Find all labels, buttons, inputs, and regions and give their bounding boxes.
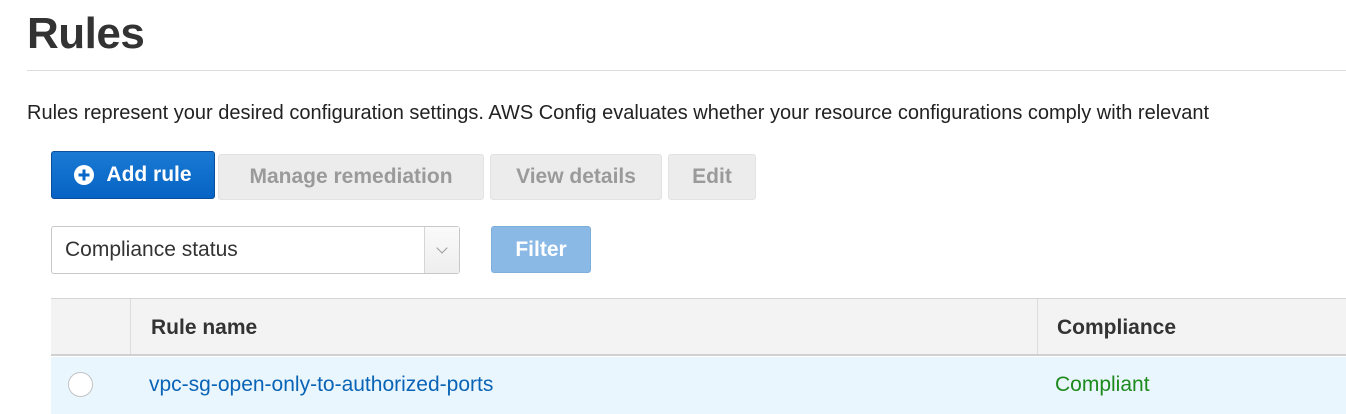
chevron-down-icon [436, 242, 448, 254]
filter-button[interactable]: Filter [491, 226, 591, 273]
compliance-status: Compliant [1055, 373, 1150, 396]
page-title: Rules [27, 9, 145, 58]
rule-name-link[interactable]: vpc-sg-open-only-to-authorized-ports [149, 357, 493, 413]
view-details-button[interactable]: View details [490, 154, 662, 200]
column-header-select [51, 299, 131, 354]
compliance-status-select[interactable]: Compliance status [51, 226, 460, 274]
column-header-rule-name[interactable]: Rule name [131, 299, 1038, 354]
select-arrow-button[interactable] [424, 227, 459, 273]
compliance-status-value: Compliance status [65, 238, 238, 261]
row-select-radio[interactable] [68, 372, 93, 397]
rules-table: Rule name Compliance vpc-sg-open-only-to… [51, 298, 1346, 414]
manage-remediation-button[interactable]: Manage remediation [218, 154, 484, 200]
table-row[interactable]: vpc-sg-open-only-to-authorized-ports Com… [51, 357, 1346, 414]
rules-page: Rules Rules represent your desired confi… [0, 0, 1346, 414]
table-header: Rule name Compliance [51, 299, 1346, 356]
plus-circle-icon [74, 165, 95, 185]
title-divider [27, 70, 1346, 71]
add-rule-label: Add rule [106, 163, 192, 186]
column-header-compliance[interactable]: Compliance [1038, 299, 1346, 354]
add-rule-button[interactable]: Add rule [51, 151, 215, 199]
page-description: Rules represent your desired configurati… [27, 102, 1210, 124]
edit-button[interactable]: Edit [668, 154, 756, 200]
